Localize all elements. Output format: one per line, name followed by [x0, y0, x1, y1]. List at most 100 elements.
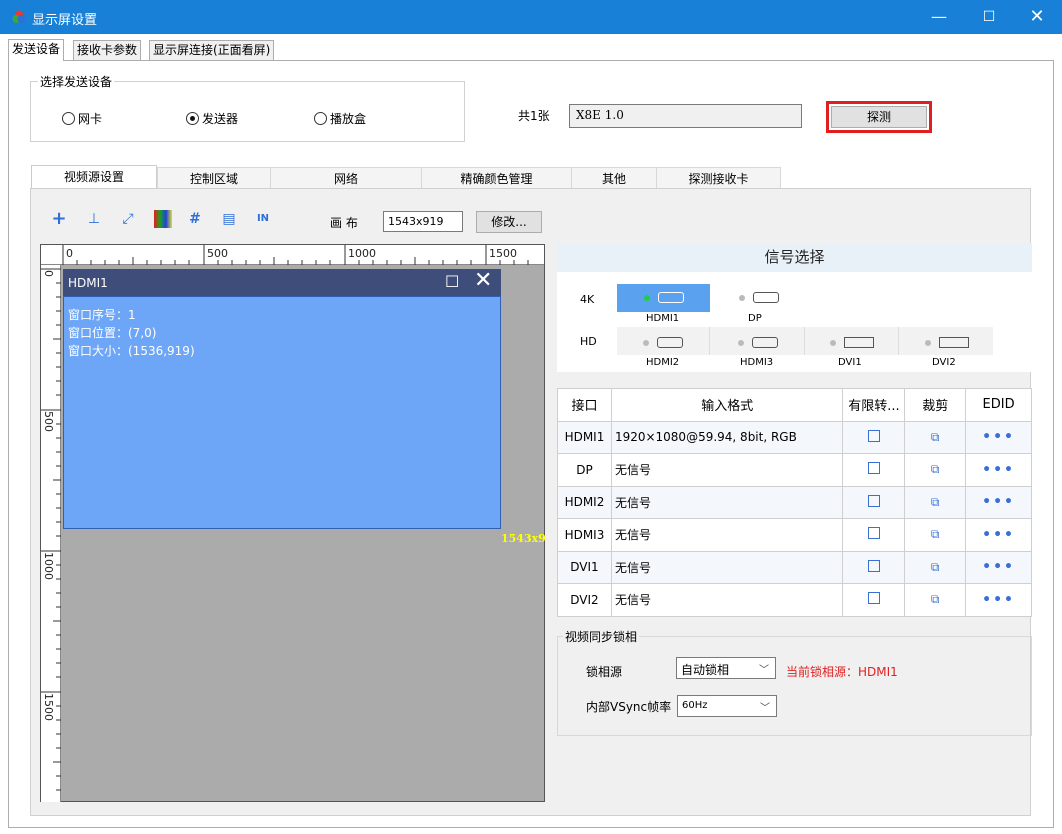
cell-port: HDMI3 — [557, 518, 612, 552]
crop-icon[interactable]: ⧉ — [931, 462, 940, 476]
limited-checkbox[interactable] — [867, 592, 880, 605]
minimize-button[interactable]: — — [916, 0, 962, 34]
cell-crop: ⧉ — [904, 420, 967, 454]
status-dot — [830, 339, 836, 346]
add-icon[interactable]: + — [50, 210, 68, 228]
vsync-rate-value: 60Hz — [682, 700, 708, 711]
radio-circle[interactable] — [62, 112, 75, 125]
table-row[interactable]: HDMI1 1920×1080@59.94, 8bit, RGB ⧉ ••• — [557, 420, 1032, 454]
tab-color-management[interactable]: 精确颜色管理 — [421, 167, 571, 189]
radio-player-box[interactable]: 播放盒 — [314, 110, 366, 127]
device-count: 共1张 — [518, 109, 550, 123]
cell-edid: ••• — [965, 420, 1032, 454]
crop-icon[interactable]: ⧉ — [931, 560, 940, 574]
window-item-maximize-icon[interactable]: ☐ — [445, 272, 459, 291]
close-button[interactable]: ✕ — [1014, 0, 1060, 34]
table-row[interactable]: HDMI3 无信号 ⧉ ••• — [557, 518, 1032, 552]
limited-checkbox[interactable] — [867, 429, 880, 442]
maximize-button[interactable]: ☐ — [966, 0, 1012, 34]
radio-circle[interactable] — [314, 112, 327, 125]
model-field[interactable]: X8E 1.0 — [569, 104, 802, 128]
status-dot — [924, 339, 931, 346]
tab-video-source[interactable]: 视频源设置 — [31, 165, 157, 189]
port-hdmi2[interactable] — [617, 327, 710, 355]
layout-icon[interactable]: ▤ — [220, 210, 238, 228]
canvas-size-overlay: 1543x9 — [501, 532, 546, 545]
dvi-connector-icon — [844, 337, 874, 348]
tab-other[interactable]: 其他 — [571, 167, 656, 189]
tab-send-device[interactable]: 发送设备 — [8, 39, 65, 61]
crop-icon[interactable]: ⧉ — [931, 592, 940, 606]
tab-network[interactable]: 网络 — [270, 167, 421, 189]
port-dvi2[interactable] — [900, 327, 993, 355]
tab-screen-connection[interactable]: 显示屏连接(正面看屏) — [149, 40, 275, 60]
crop-icon[interactable]: ⧉ — [931, 527, 940, 541]
edid-more-icon[interactable]: ••• — [982, 559, 1015, 575]
cell-crop: ⧉ — [904, 550, 967, 584]
tab-receiver-params[interactable]: 接收卡参数 — [73, 40, 142, 60]
radio-network-card[interactable]: 网卡 — [62, 110, 102, 127]
radio-circle-selected[interactable] — [186, 112, 199, 125]
radio-sender[interactable]: 发送器 — [186, 110, 238, 127]
port-hdmi3[interactable] — [711, 327, 805, 355]
tab-control-area[interactable]: 控制区域 — [157, 167, 270, 189]
vsync-rate-select[interactable]: 60Hz ﹀ — [677, 695, 777, 717]
edid-more-icon[interactable]: ••• — [982, 592, 1015, 608]
edid-more-icon[interactable]: ••• — [982, 462, 1015, 478]
edid-more-icon[interactable]: ••• — [982, 527, 1015, 543]
limited-checkbox[interactable] — [867, 494, 880, 507]
grid-icon[interactable]: # — [186, 210, 204, 228]
window-item-titlebar[interactable] — [63, 269, 501, 296]
ruler-top-label: 0 — [66, 247, 73, 260]
limited-checkbox[interactable] — [867, 462, 880, 475]
table-row[interactable]: HDMI2 无信号 ⧉ ••• — [557, 485, 1032, 519]
table-row[interactable]: DVI2 无信号 ⧉ ••• — [557, 583, 1032, 617]
limited-checkbox[interactable] — [867, 527, 880, 540]
cell-format: 无信号 — [610, 453, 844, 487]
crop-icon[interactable]: ⧉ — [931, 430, 940, 444]
cell-edid: ••• — [965, 453, 1032, 487]
cell-port: DP — [557, 453, 612, 487]
hdmi-connector-icon — [657, 337, 683, 348]
crop-icon[interactable]: ⧉ — [931, 495, 940, 509]
cell-port: HDMI1 — [557, 420, 612, 454]
window-item-close-icon[interactable]: ✕ — [474, 268, 492, 293]
port-label: HDMI1 — [646, 313, 680, 324]
radio-label: 播放盒 — [330, 112, 367, 126]
dp-connector-icon — [752, 292, 779, 303]
lock-source-value: 自动锁相 — [681, 663, 730, 677]
cell-port: HDMI2 — [557, 485, 612, 519]
cell-format: 无信号 — [610, 583, 844, 617]
tab-detect-receiver[interactable]: 探测接收卡 — [656, 167, 781, 189]
port-dvi1[interactable] — [806, 327, 899, 355]
lock-source-select[interactable]: 自动锁相 ﹀ — [676, 657, 776, 679]
modify-button[interactable]: 修改... — [476, 211, 542, 233]
ruler-left-label: 0 — [42, 270, 55, 277]
sync-group-title: 视频同步锁相 — [563, 628, 640, 645]
ruler-top-label: 1500 — [489, 247, 517, 260]
canvas-size-field[interactable]: 1543x919 — [383, 211, 463, 232]
port-dp[interactable] — [712, 284, 805, 312]
ruler-top — [41, 245, 544, 265]
vsync-rate-label: 内部VSync帧率 — [586, 700, 672, 714]
app-icon — [12, 10, 26, 23]
ruler-left-label: 1000 — [42, 552, 55, 580]
port-hdmi1[interactable] — [617, 284, 710, 312]
fit-icon[interactable]: ⤢ — [119, 210, 137, 228]
table-row[interactable]: DP 无信号 ⧉ ••• — [557, 453, 1032, 487]
color-bar-icon[interactable] — [154, 210, 172, 228]
cell-limited — [842, 453, 906, 487]
hdmi-connector-icon — [751, 337, 778, 348]
port-label: DVI1 — [838, 357, 862, 368]
limited-checkbox[interactable] — [867, 559, 880, 572]
status-dot — [643, 339, 649, 346]
input-icon[interactable]: IN — [254, 210, 272, 228]
edid-more-icon[interactable]: ••• — [982, 429, 1015, 445]
status-dot — [643, 294, 650, 301]
edid-more-icon[interactable]: ••• — [982, 494, 1015, 510]
chevron-down-icon: ﹀ — [759, 665, 769, 676]
table-row[interactable]: DVI1 无信号 ⧉ ••• — [557, 550, 1032, 584]
import-icon[interactable]: ⊥ — [85, 210, 103, 228]
radio-label: 网卡 — [78, 112, 103, 126]
detect-button[interactable]: 探测 — [831, 106, 927, 128]
